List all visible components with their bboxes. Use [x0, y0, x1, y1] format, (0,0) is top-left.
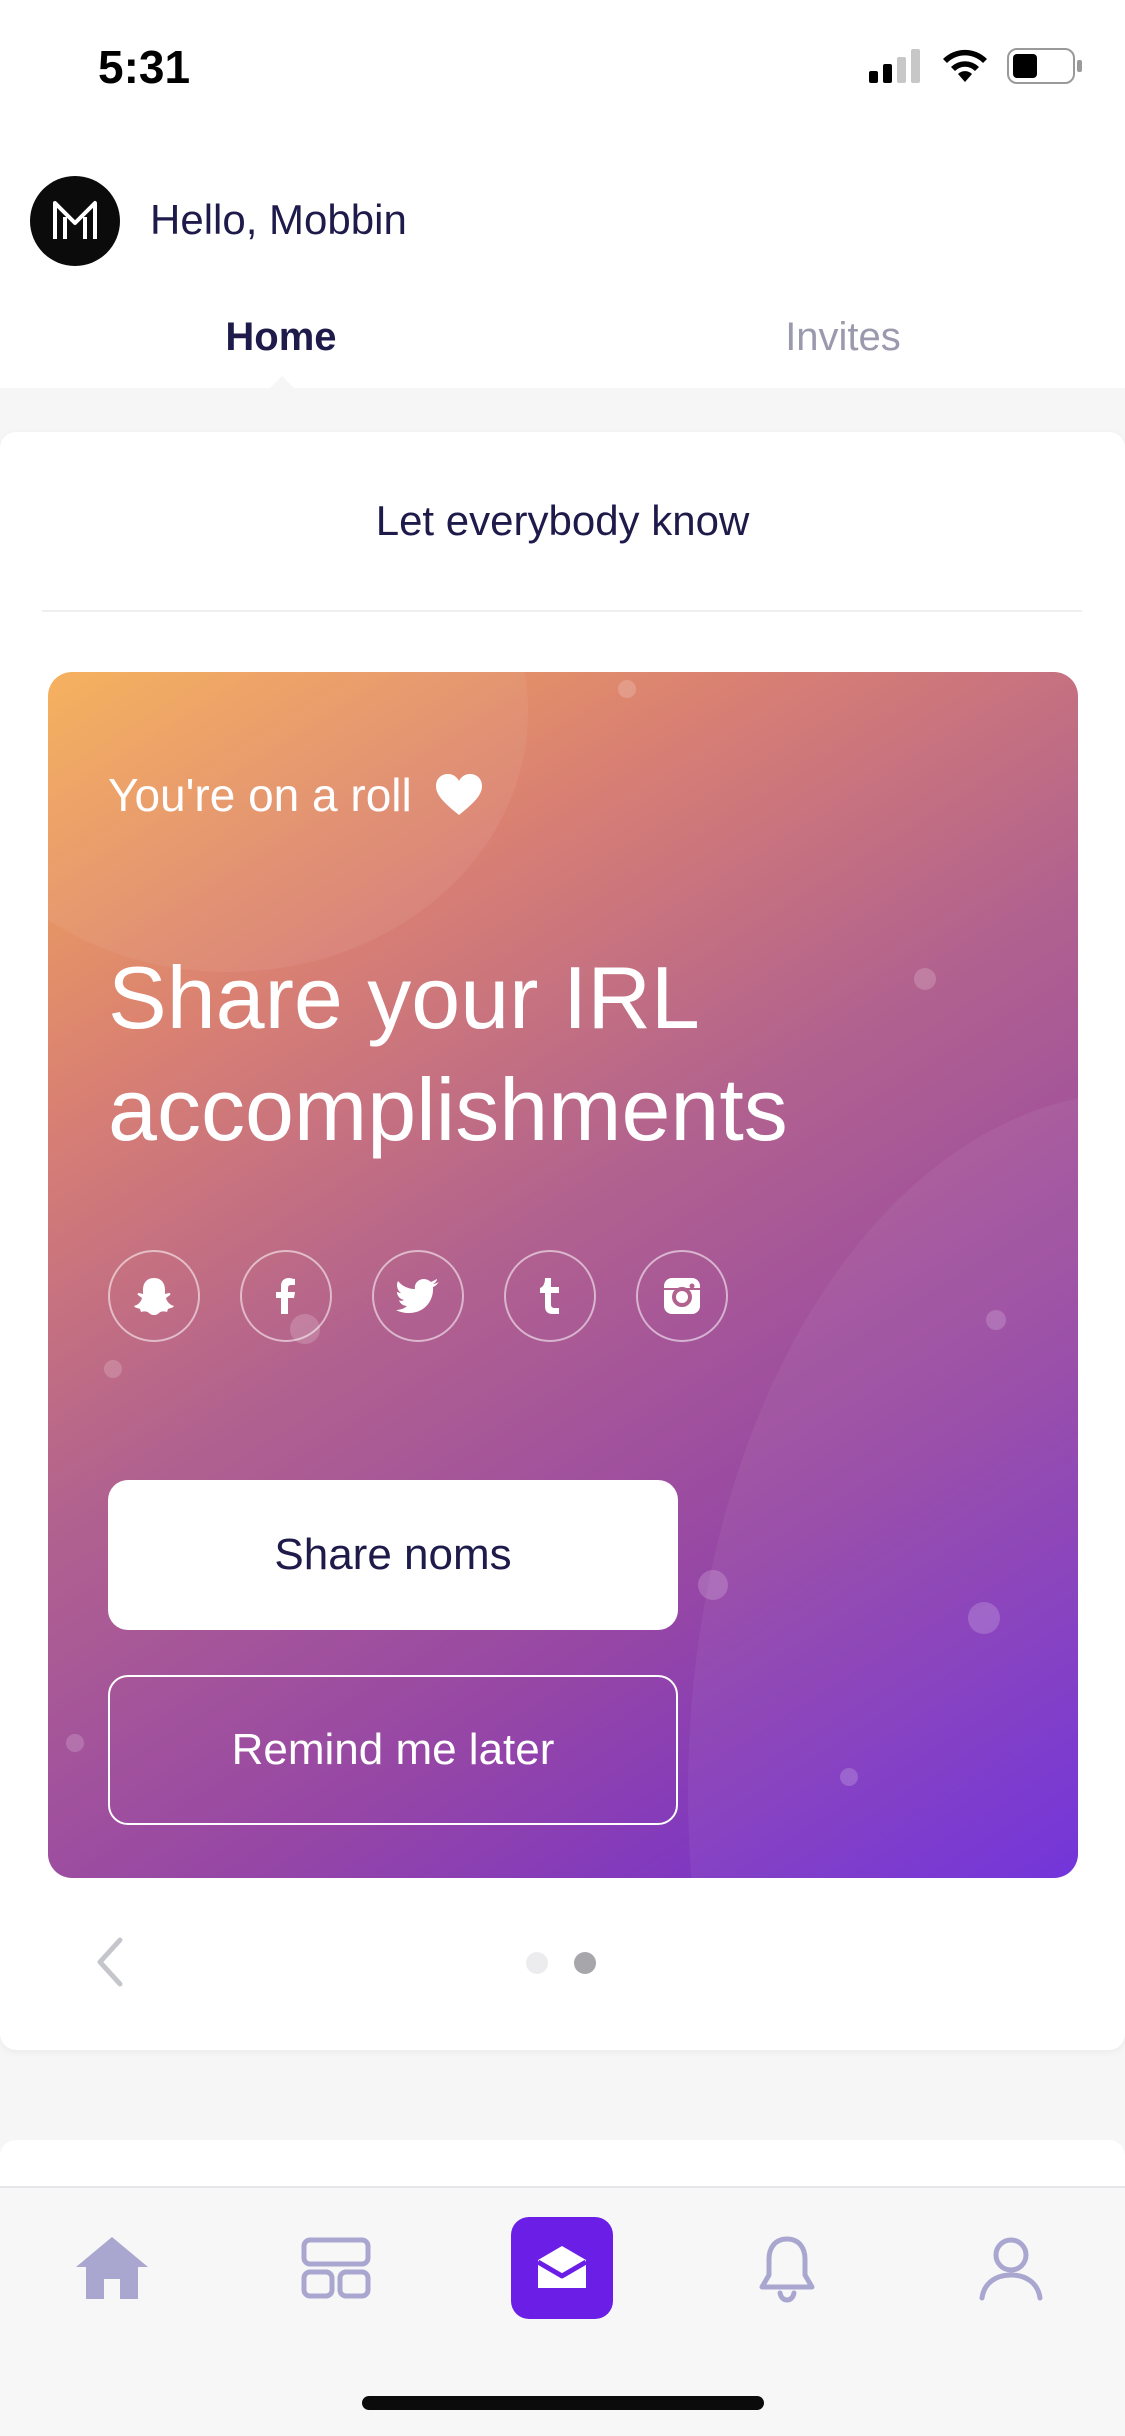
mobbin-logo-icon: [53, 201, 97, 239]
divider: [42, 610, 1082, 612]
promo-eyebrow-text: You're on a roll: [108, 769, 412, 821]
status-icons: [869, 48, 1083, 84]
inbox-active-button: [511, 2217, 613, 2319]
tabbar-inbox[interactable]: [507, 2213, 617, 2323]
wifi-icon: [943, 49, 987, 82]
twitter-button[interactable]: [372, 1250, 464, 1342]
decor-dot: [986, 1310, 1006, 1330]
remind-me-later-button[interactable]: Remind me later: [108, 1675, 678, 1825]
tumblr-button[interactable]: [504, 1250, 596, 1342]
snapchat-button[interactable]: [108, 1250, 200, 1342]
promo-banner: You're on a roll Share your IRL accompli…: [48, 672, 1078, 1878]
share-card: Let everybody know You're on a roll Shar…: [0, 432, 1125, 2050]
facebook-icon: [276, 1278, 295, 1314]
app-header: Hello, Mobbin Home Invites: [0, 140, 1125, 390]
tab-home[interactable]: Home: [0, 315, 562, 360]
inbox-icon: [536, 2246, 588, 2288]
heart-icon: [435, 774, 482, 815]
home-icon: [76, 2237, 148, 2299]
tab-invites[interactable]: Invites: [562, 315, 1124, 360]
decor-dot: [104, 1360, 122, 1378]
decor-blob: [688, 1092, 1078, 1878]
greeting-text: Hello, Mobbin: [150, 196, 407, 243]
decor-dot: [968, 1602, 1000, 1634]
chevron-left-icon: [97, 1937, 123, 1987]
signal-icon: [869, 49, 920, 83]
status-time: 5:31: [98, 41, 191, 93]
battery-icon: [1007, 48, 1082, 84]
carousel-prev-button[interactable]: [90, 1932, 130, 1992]
tabbar-notifications[interactable]: [732, 2213, 842, 2323]
avatar[interactable]: [30, 176, 120, 266]
active-tab-indicator: [268, 376, 296, 390]
snapchat-icon: [134, 1278, 174, 1315]
decor-dot: [840, 1768, 858, 1786]
tumblr-icon: [540, 1278, 559, 1314]
collection-icon: [301, 2237, 371, 2299]
facebook-button[interactable]: [240, 1250, 332, 1342]
decor-blob: [48, 672, 528, 972]
tabbar-collection[interactable]: [281, 2213, 391, 2323]
social-share-row: [108, 1250, 728, 1342]
card-title: Let everybody know: [375, 497, 750, 544]
promo-eyebrow: You're on a roll: [108, 768, 484, 822]
carousel-pager: [526, 1952, 596, 1974]
bell-icon: [759, 2236, 815, 2303]
home-indicator[interactable]: [362, 2396, 764, 2410]
profile-icon: [979, 2237, 1043, 2301]
decor-dot: [66, 1734, 84, 1752]
promo-headline: Share your IRL accomplishments: [108, 948, 788, 1159]
instagram-button[interactable]: [636, 1250, 728, 1342]
top-tabs: Home Invites: [0, 315, 1125, 385]
tabbar-profile[interactable]: [956, 2213, 1066, 2323]
instagram-icon: [664, 1278, 700, 1314]
decor-dot: [698, 1570, 728, 1600]
decor-dot: [618, 680, 636, 698]
pager-dot-active[interactable]: [574, 1952, 596, 1974]
twitter-icon: [396, 1279, 439, 1313]
tabbar-home[interactable]: [57, 2213, 167, 2323]
pager-dot[interactable]: [526, 1952, 548, 1974]
status-bar: 5:31: [0, 0, 1125, 140]
share-noms-button[interactable]: Share noms: [108, 1480, 678, 1630]
